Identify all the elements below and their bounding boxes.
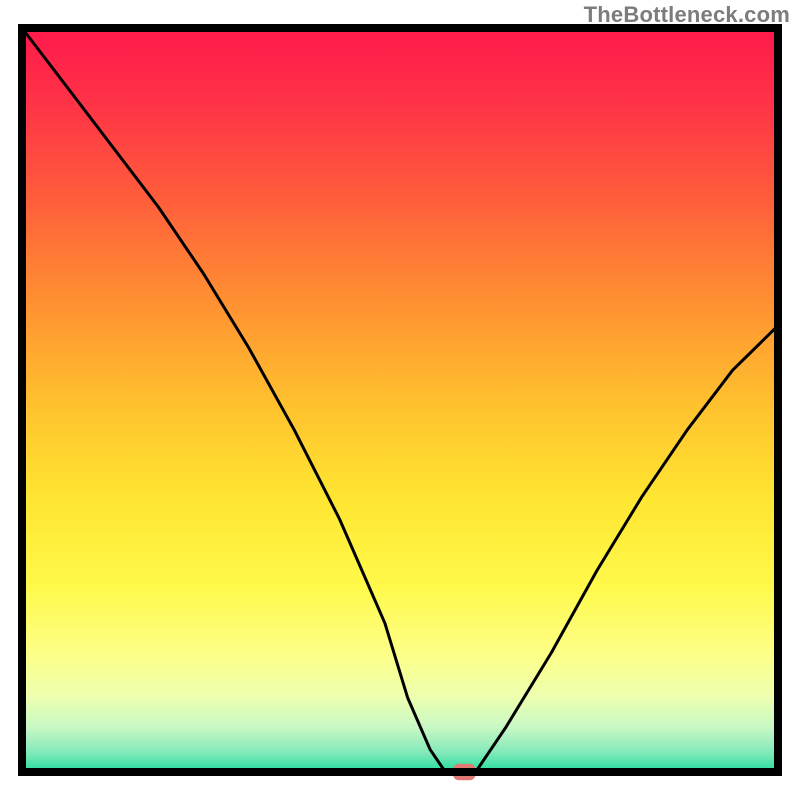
chart-container: TheBottleneck.com	[0, 0, 800, 800]
plot-background	[22, 28, 778, 772]
chart-svg	[0, 0, 800, 800]
watermark-text: TheBottleneck.com	[584, 2, 790, 28]
